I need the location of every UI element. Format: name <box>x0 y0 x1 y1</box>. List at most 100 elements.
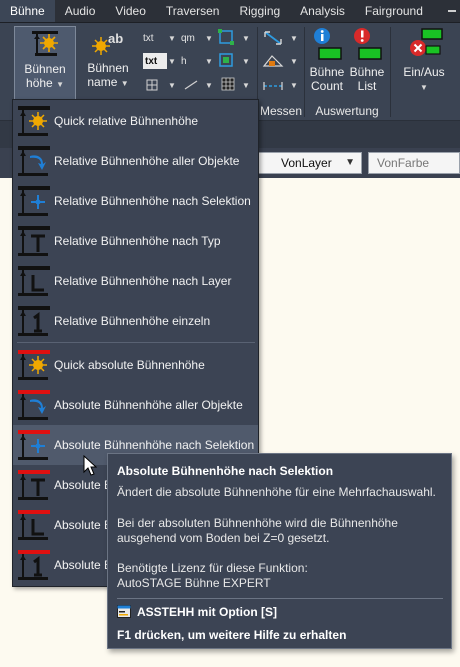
buehne-count-label-2: Count <box>310 79 344 93</box>
qm-label: qm <box>181 33 195 44</box>
buehne-list-label-2: List <box>357 79 377 93</box>
panel-label-messen: Messen <box>259 104 303 118</box>
buehnen-hoehe-label-2: höhe <box>26 76 53 90</box>
tooltip-detail-1: Bei der absoluten Bühnenhöhe wird die Bü… <box>117 516 398 530</box>
tooltip-detail-2: ausgehend vom Boden bei Z=0 gesetzt. <box>117 531 330 545</box>
layer-value: VonLayer <box>281 156 332 170</box>
dimension-icon[interactable] <box>184 79 198 91</box>
tooltip-help: F1 drücken, um weitere Hilfe zu erhalten <box>117 628 347 642</box>
buehne-count-button[interactable]: Bühne Count <box>307 26 347 100</box>
tab-video[interactable]: Video <box>105 0 155 22</box>
ribbon-collapse-icon[interactable] <box>444 0 460 22</box>
menu-item-label: Relative Bühnenhöhe einzeln <box>54 314 211 328</box>
chevron-down-icon[interactable]: ▼ <box>242 81 250 90</box>
measure-line-icon[interactable] <box>262 81 284 91</box>
tab-traversen[interactable]: Traversen <box>156 0 230 22</box>
h-label: h <box>181 56 187 67</box>
chevron-down-icon[interactable]: ▼ <box>168 81 176 90</box>
tooltip-divider <box>117 598 443 599</box>
menu-item-label: Absolute B <box>54 478 113 492</box>
menu-item-label: Relative Bühnenhöhe nach Typ <box>54 234 221 248</box>
chevron-down-icon[interactable]: ▼ <box>205 34 213 43</box>
ab-label: ab <box>108 31 124 46</box>
buehnen-hoehe-label-1: Bühnen <box>24 62 66 76</box>
mouse-cursor-icon <box>83 455 97 476</box>
chevron-down-icon[interactable]: ▼ <box>242 34 250 43</box>
tab-analysis[interactable]: Analysis <box>290 0 355 22</box>
text-box-tool-button[interactable]: txt <box>143 53 167 69</box>
chevron-down-icon: ▼ <box>56 80 64 89</box>
ribbon-separator <box>390 27 391 117</box>
measure-area-icon[interactable] <box>262 53 284 69</box>
tooltip-license-label: Benötigte Lizenz für diese Funktion: <box>117 561 308 575</box>
absolute-type-icon <box>18 470 50 500</box>
toggle-icon <box>410 28 443 56</box>
chevron-down-icon[interactable]: ▼ <box>168 57 176 66</box>
menu-item-quick-relative[interactable]: Quick relative Bühnenhöhe <box>13 101 258 141</box>
tab-rigging[interactable]: Rigging <box>229 0 290 22</box>
menu-item-label: Absolute Bühnenhöhe nach Selektion <box>54 438 255 452</box>
buehne-count-label-1: Bühne <box>309 65 345 79</box>
ein-aus-button[interactable]: Ein/Aus ▼ <box>394 26 454 100</box>
menu-item-relative-type[interactable]: Relative Bühnenhöhe nach Typ <box>13 221 258 261</box>
menu-item-relative-single[interactable]: Relative Bühnenhöhe einzeln <box>13 301 258 341</box>
absolute-selection-icon <box>18 430 50 460</box>
tab-fairground[interactable]: Fairground <box>355 0 433 22</box>
buehnen-hoehe-button[interactable]: Bühnen höhe ▼ <box>14 26 76 100</box>
count-info-icon <box>314 28 342 60</box>
tooltip-command: ASSTEHH mit Option [S] <box>137 605 277 619</box>
tooltip-description: Ändert die absolute Bühnenhöhe für eine … <box>117 485 436 499</box>
height-tool-button[interactable]: h <box>181 53 203 69</box>
buehne-list-button[interactable]: Bühne List <box>347 26 387 100</box>
chevron-down-icon[interactable]: ▼ <box>242 57 250 66</box>
menu-item-absolute-all[interactable]: Absolute Bühnenhöhe aller Objekte <box>13 385 258 425</box>
chevron-down-icon: ▼ <box>345 157 355 168</box>
absolute-all-objects-icon <box>18 390 50 420</box>
ein-aus-label: Ein/Aus <box>403 65 445 79</box>
menu-item-relative-layer[interactable]: Relative Bühnenhöhe nach Layer <box>13 261 258 301</box>
area-tool-button[interactable]: qm <box>181 30 203 46</box>
menu-separator <box>17 342 255 343</box>
menu-item-label: Absolute B <box>54 518 113 532</box>
txt-label: txt <box>143 33 154 44</box>
absolute-layer-icon <box>18 510 50 540</box>
chevron-down-icon: ▼ <box>120 79 129 88</box>
quick-absolute-height-icon <box>18 350 50 380</box>
menu-item-label: Absolute Bühnenhöhe aller Objekte <box>54 398 243 412</box>
relative-type-icon <box>18 226 50 256</box>
chevron-down-icon: ▼ <box>420 83 428 92</box>
menu-item-label: Relative Bühnenhöhe nach Layer <box>54 274 232 288</box>
layer-combo[interactable]: VonLayer ▼ <box>250 152 362 174</box>
relative-single-icon <box>18 306 50 336</box>
menu-item-quick-absolute[interactable]: Quick absolute Bühnenhöhe <box>13 345 258 385</box>
buehnen-name-label-2: name <box>87 75 118 89</box>
menu-item-label: Absolute B <box>54 558 113 572</box>
menu-item-relative-selection[interactable]: Relative Bühnenhöhe nach Selektion <box>13 181 258 221</box>
tooltip-title: Absolute Bühnenhöhe nach Selektion <box>117 464 334 478</box>
chevron-down-icon[interactable]: ▼ <box>205 81 213 90</box>
menu-item-label: Quick absolute Bühnenhöhe <box>54 358 205 372</box>
quick-relative-height-icon <box>18 106 50 136</box>
table-icon[interactable] <box>221 77 235 91</box>
color-combo[interactable]: VonFarbe <box>368 152 460 174</box>
command-icon <box>117 605 131 618</box>
measure-distance-icon[interactable] <box>262 29 284 47</box>
chevron-down-icon[interactable]: ▼ <box>168 34 176 43</box>
chevron-down-icon[interactable]: ▼ <box>205 57 213 66</box>
menu-item-label: Relative Bühnenhöhe nach Selektion <box>54 194 251 208</box>
panel-label-auswertung: Auswertung <box>315 104 379 118</box>
tab-buehne[interactable]: Bühne <box>0 0 55 22</box>
frame-icon[interactable] <box>217 28 235 46</box>
buehnen-name-label-1: Bühnen <box>87 61 129 75</box>
select-frame-icon[interactable] <box>217 51 235 69</box>
tab-audio[interactable]: Audio <box>55 0 106 22</box>
grid-icon[interactable] <box>146 79 158 91</box>
chevron-down-icon[interactable]: ▼ <box>290 34 298 43</box>
chevron-down-icon[interactable]: ▼ <box>290 81 298 90</box>
menu-item-relative-all[interactable]: Relative Bühnenhöhe aller Objekte <box>13 141 258 181</box>
txt-box-label: txt <box>145 56 158 67</box>
color-value: VonFarbe <box>377 156 430 170</box>
chevron-down-icon[interactable]: ▼ <box>290 57 298 66</box>
tooltip-license-value: AutoSTAGE Bühne EXPERT <box>117 576 271 590</box>
absolute-single-icon <box>18 550 50 580</box>
